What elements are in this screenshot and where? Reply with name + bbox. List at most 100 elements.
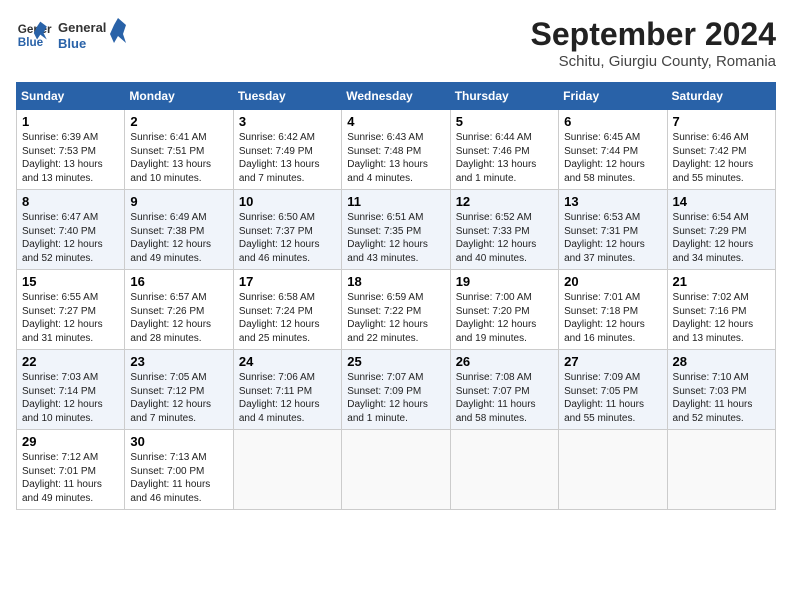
day-number: 19 bbox=[456, 274, 553, 289]
header-tuesday: Tuesday bbox=[233, 83, 341, 110]
header-monday: Monday bbox=[125, 83, 233, 110]
calendar-cell: 23 Sunrise: 7:05 AMSunset: 7:12 PMDayligh… bbox=[125, 350, 233, 430]
day-number: 13 bbox=[564, 194, 661, 209]
svg-text:General: General bbox=[58, 20, 106, 35]
header-saturday: Saturday bbox=[667, 83, 775, 110]
svg-text:Blue: Blue bbox=[58, 36, 86, 51]
day-number: 7 bbox=[673, 114, 770, 129]
day-info: Sunrise: 6:50 AMSunset: 7:37 PMDaylight:… bbox=[239, 211, 336, 265]
logo-svg: General Blue bbox=[58, 16, 128, 54]
day-number: 25 bbox=[347, 354, 444, 369]
calendar-cell: 21 Sunrise: 7:02 AMSunset: 7:16 PMDayligh… bbox=[667, 270, 775, 350]
calendar-cell bbox=[667, 430, 775, 510]
calendar-cell: 4 Sunrise: 6:43 AMSunset: 7:48 PMDaylight… bbox=[342, 110, 450, 190]
calendar-cell: 13 Sunrise: 6:53 AMSunset: 7:31 PMDayligh… bbox=[559, 190, 667, 270]
calendar-subtitle: Schitu, Giurgiu County, Romania bbox=[531, 53, 776, 70]
calendar-cell: 3 Sunrise: 6:42 AMSunset: 7:49 PMDaylight… bbox=[233, 110, 341, 190]
day-number: 15 bbox=[22, 274, 119, 289]
day-info: Sunrise: 7:08 AMSunset: 7:07 PMDaylight:… bbox=[456, 371, 553, 425]
day-number: 26 bbox=[456, 354, 553, 369]
day-number: 29 bbox=[22, 434, 119, 449]
calendar-cell: 11Sunrise: 6:51 AMSunset: 7:35 PMDayligh… bbox=[342, 190, 450, 270]
day-info: Sunrise: 6:55 AMSunset: 7:27 PMDaylight:… bbox=[22, 291, 119, 345]
day-number: 30 bbox=[130, 434, 227, 449]
day-number: 21 bbox=[673, 274, 770, 289]
calendar-cell: 8Sunrise: 6:47 AMSunset: 7:40 PMDaylight… bbox=[17, 190, 125, 270]
day-number: 17 bbox=[239, 274, 336, 289]
calendar-cell: 20 Sunrise: 7:01 AMSunset: 7:18 PMDayligh… bbox=[559, 270, 667, 350]
calendar-cell: 5 Sunrise: 6:44 AMSunset: 7:46 PMDaylight… bbox=[450, 110, 558, 190]
day-number: 3 bbox=[239, 114, 336, 129]
calendar-cell: 18 Sunrise: 6:59 AMSunset: 7:22 PMDayligh… bbox=[342, 270, 450, 350]
day-number: 9 bbox=[130, 194, 227, 209]
calendar-cell: 6 Sunrise: 6:45 AMSunset: 7:44 PMDaylight… bbox=[559, 110, 667, 190]
day-info: Sunrise: 7:05 AMSunset: 7:12 PMDaylight:… bbox=[130, 371, 227, 425]
day-number: 1 bbox=[22, 114, 119, 129]
day-info: Sunrise: 7:02 AMSunset: 7:16 PMDaylight:… bbox=[673, 291, 770, 345]
header-thursday: Thursday bbox=[450, 83, 558, 110]
day-info: Sunrise: 6:43 AMSunset: 7:48 PMDaylight:… bbox=[347, 131, 444, 185]
calendar-week-row: 8Sunrise: 6:47 AMSunset: 7:40 PMDaylight… bbox=[17, 190, 776, 270]
day-info: Sunrise: 6:54 AMSunset: 7:29 PMDaylight:… bbox=[673, 211, 770, 265]
page-header: General Blue General Blue September 2024… bbox=[16, 16, 776, 70]
weekday-header-row: Sunday Monday Tuesday Wednesday Thursday… bbox=[17, 83, 776, 110]
day-info: Sunrise: 6:41 AMSunset: 7:51 PMDaylight:… bbox=[130, 131, 227, 185]
calendar-cell bbox=[559, 430, 667, 510]
day-info: Sunrise: 6:52 AMSunset: 7:33 PMDaylight:… bbox=[456, 211, 553, 265]
logo-icon: General Blue bbox=[16, 17, 52, 53]
header-friday: Friday bbox=[559, 83, 667, 110]
calendar-cell bbox=[450, 430, 558, 510]
day-info: Sunrise: 6:53 AMSunset: 7:31 PMDaylight:… bbox=[564, 211, 661, 265]
day-info: Sunrise: 7:09 AMSunset: 7:05 PMDaylight:… bbox=[564, 371, 661, 425]
day-number: 23 bbox=[130, 354, 227, 369]
day-number: 10 bbox=[239, 194, 336, 209]
day-number: 16 bbox=[130, 274, 227, 289]
calendar-cell: 1 Sunrise: 6:39 AMSunset: 7:53 PMDaylight… bbox=[17, 110, 125, 190]
calendar-cell: 16Sunrise: 6:57 AMSunset: 7:26 PMDayligh… bbox=[125, 270, 233, 350]
day-info: Sunrise: 6:42 AMSunset: 7:49 PMDaylight:… bbox=[239, 131, 336, 185]
day-number: 6 bbox=[564, 114, 661, 129]
day-number: 20 bbox=[564, 274, 661, 289]
day-info: Sunrise: 7:01 AMSunset: 7:18 PMDaylight:… bbox=[564, 291, 661, 345]
day-info: Sunrise: 6:49 AMSunset: 7:38 PMDaylight:… bbox=[130, 211, 227, 265]
day-info: Sunrise: 7:13 AMSunset: 7:00 PMDaylight:… bbox=[130, 451, 227, 505]
day-number: 14 bbox=[673, 194, 770, 209]
day-info: Sunrise: 7:07 AMSunset: 7:09 PMDaylight:… bbox=[347, 371, 444, 425]
svg-text:Blue: Blue bbox=[18, 36, 44, 49]
day-info: Sunrise: 7:03 AMSunset: 7:14 PMDaylight:… bbox=[22, 371, 119, 425]
calendar-cell: 30 Sunrise: 7:13 AMSunset: 7:00 PMDayligh… bbox=[125, 430, 233, 510]
day-info: Sunrise: 6:47 AMSunset: 7:40 PMDaylight:… bbox=[22, 211, 119, 265]
calendar-week-row: 1 Sunrise: 6:39 AMSunset: 7:53 PMDaylight… bbox=[17, 110, 776, 190]
calendar-cell bbox=[233, 430, 341, 510]
day-number: 2 bbox=[130, 114, 227, 129]
day-info: Sunrise: 6:44 AMSunset: 7:46 PMDaylight:… bbox=[456, 131, 553, 185]
calendar-cell: 28 Sunrise: 7:10 AMSunset: 7:03 PMDayligh… bbox=[667, 350, 775, 430]
day-number: 24 bbox=[239, 354, 336, 369]
day-number: 4 bbox=[347, 114, 444, 129]
day-info: Sunrise: 6:45 AMSunset: 7:44 PMDaylight:… bbox=[564, 131, 661, 185]
calendar-table: Sunday Monday Tuesday Wednesday Thursday… bbox=[16, 82, 776, 510]
day-info: Sunrise: 7:12 AMSunset: 7:01 PMDaylight:… bbox=[22, 451, 119, 505]
title-block: September 2024 Schitu, Giurgiu County, R… bbox=[531, 16, 776, 70]
day-info: Sunrise: 7:06 AMSunset: 7:11 PMDaylight:… bbox=[239, 371, 336, 425]
calendar-cell: 12 Sunrise: 6:52 AMSunset: 7:33 PMDayligh… bbox=[450, 190, 558, 270]
day-info: Sunrise: 6:39 AMSunset: 7:53 PMDaylight:… bbox=[22, 131, 119, 185]
day-info: Sunrise: 6:59 AMSunset: 7:22 PMDaylight:… bbox=[347, 291, 444, 345]
calendar-cell: 24 Sunrise: 7:06 AMSunset: 7:11 PMDayligh… bbox=[233, 350, 341, 430]
calendar-cell: 29 Sunrise: 7:12 AMSunset: 7:01 PMDayligh… bbox=[17, 430, 125, 510]
calendar-week-row: 15 Sunrise: 6:55 AMSunset: 7:27 PMDayligh… bbox=[17, 270, 776, 350]
calendar-cell: 15 Sunrise: 6:55 AMSunset: 7:27 PMDayligh… bbox=[17, 270, 125, 350]
calendar-cell: 9 Sunrise: 6:49 AMSunset: 7:38 PMDaylight… bbox=[125, 190, 233, 270]
day-number: 5 bbox=[456, 114, 553, 129]
calendar-title: September 2024 bbox=[531, 16, 776, 53]
calendar-cell: 22Sunrise: 7:03 AMSunset: 7:14 PMDayligh… bbox=[17, 350, 125, 430]
calendar-cell: 7Sunrise: 6:46 AMSunset: 7:42 PMDaylight… bbox=[667, 110, 775, 190]
day-info: Sunrise: 7:10 AMSunset: 7:03 PMDaylight:… bbox=[673, 371, 770, 425]
calendar-week-row: 22Sunrise: 7:03 AMSunset: 7:14 PMDayligh… bbox=[17, 350, 776, 430]
day-number: 12 bbox=[456, 194, 553, 209]
day-number: 18 bbox=[347, 274, 444, 289]
calendar-cell: 26 Sunrise: 7:08 AMSunset: 7:07 PMDayligh… bbox=[450, 350, 558, 430]
logo: General Blue General Blue bbox=[16, 16, 128, 54]
day-number: 28 bbox=[673, 354, 770, 369]
calendar-cell: 10 Sunrise: 6:50 AMSunset: 7:37 PMDayligh… bbox=[233, 190, 341, 270]
